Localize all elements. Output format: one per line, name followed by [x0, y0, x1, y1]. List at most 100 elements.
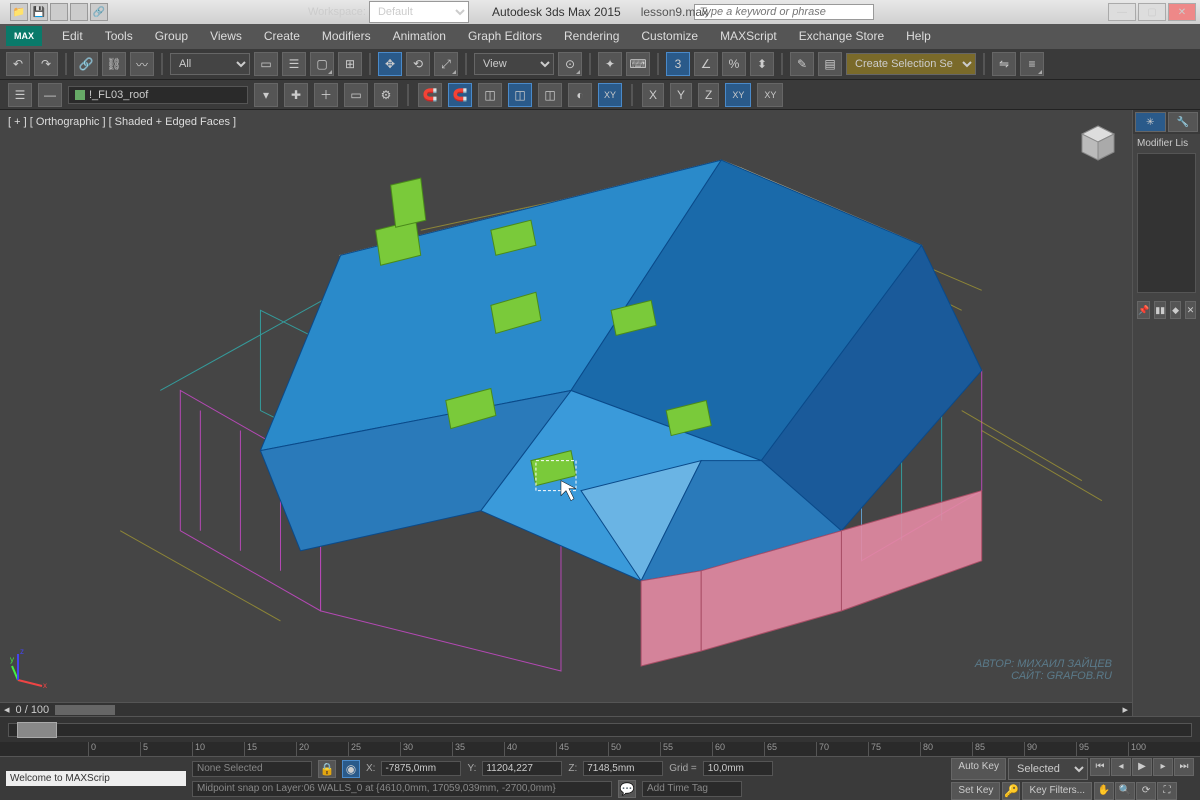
nav-max-icon[interactable]: ⛶ [1157, 782, 1177, 800]
coord-z-field[interactable] [583, 761, 663, 776]
percent-snap-button[interactable]: % [722, 52, 746, 76]
make-unique-icon[interactable]: ◆ [1170, 301, 1181, 319]
layer-add-to-button[interactable]: ＋ [314, 83, 338, 107]
named-selection-dropdown[interactable]: Create Selection Se [846, 53, 976, 75]
select-region-button[interactable]: ▢ [310, 52, 334, 76]
menu-modifiers[interactable]: Modifiers [312, 26, 381, 46]
snap-rotate-button[interactable]: 🧲 [448, 83, 472, 107]
ref-coord-dropdown[interactable]: View [474, 53, 554, 75]
spinner-snap-button[interactable]: ⬍ [750, 52, 774, 76]
nav-orbit-icon[interactable]: ⟳ [1136, 782, 1156, 800]
viewport-scrollbar[interactable]: ◂ 0 / 100 ▸ [0, 702, 1132, 716]
nav-pan-icon[interactable]: ✋ [1094, 782, 1114, 800]
viewport[interactable]: [ + ] [ Orthographic ] [ Shaded + Edged … [0, 110, 1132, 716]
menu-edit[interactable]: Edit [52, 26, 93, 46]
qat-redo-icon[interactable]: ↷ [70, 3, 88, 21]
menu-graph-editors[interactable]: Graph Editors [458, 26, 552, 46]
menu-customize[interactable]: Customize [631, 26, 708, 46]
axis-y-button[interactable]: Y [670, 83, 692, 107]
menu-maxscript[interactable]: MAXScript [710, 26, 787, 46]
axis-z-button[interactable]: Z [698, 83, 719, 107]
keyboard-shortcut-button[interactable]: ⌨ [626, 52, 650, 76]
axis-x-button[interactable]: X [642, 83, 664, 107]
tab-modify[interactable]: 🔧 [1168, 112, 1199, 132]
use-pivot-center-button[interactable]: ⊙ [558, 52, 582, 76]
search-input[interactable] [694, 4, 874, 20]
align-button[interactable]: ≡ [1020, 52, 1044, 76]
key-icon[interactable]: 🔑 [1002, 782, 1020, 800]
undo-button[interactable]: ↶ [6, 52, 30, 76]
lock-selection-icon[interactable]: 🔒 [318, 760, 336, 778]
auto-key-button[interactable]: Auto Key [951, 758, 1006, 780]
selection-filter-dropdown[interactable]: All [170, 53, 250, 75]
layer-new-button[interactable]: ✚ [284, 83, 308, 107]
qat-link-icon[interactable]: 🔗 [90, 3, 108, 21]
scrollbar-thumb[interactable] [55, 705, 115, 715]
layer-select-button[interactable]: ▭ [344, 83, 368, 107]
layer-props-button[interactable]: ⚙ [374, 83, 398, 107]
edit-named-sel-button[interactable]: ✎ [790, 52, 814, 76]
qat-open-icon[interactable]: 📁 [10, 3, 28, 21]
remove-modifier-icon[interactable]: ✕ [1185, 301, 1196, 319]
isolate-selection-icon[interactable]: ◉ [342, 760, 360, 778]
pin-stack-icon[interactable]: 📌 [1137, 301, 1150, 319]
snap-xy-button[interactable]: XY [598, 83, 622, 107]
qat-undo-icon[interactable]: ↶ [50, 3, 68, 21]
select-move-button[interactable]: ✥ [378, 52, 402, 76]
snap-options-1[interactable]: ◫ [478, 83, 502, 107]
show-end-result-icon[interactable]: ▮▮ [1154, 301, 1166, 319]
workspace-dropdown[interactable]: Default [369, 1, 469, 23]
menu-create[interactable]: Create [254, 26, 310, 46]
window-crossing-button[interactable]: ⊞ [338, 52, 362, 76]
layer-dropdown-icon[interactable]: ▾ [254, 83, 278, 107]
time-slider[interactable] [8, 723, 1192, 737]
time-tag-field[interactable]: Add Time Tag [642, 781, 742, 797]
tab-create[interactable]: ✳ [1135, 112, 1166, 132]
key-mode-dropdown[interactable]: Selected [1008, 758, 1088, 780]
menu-group[interactable]: Group [145, 26, 198, 46]
next-frame-icon[interactable]: ▸ [1153, 758, 1173, 776]
maximize-button[interactable]: ▢ [1138, 3, 1166, 21]
app-logo[interactable]: MAX [6, 26, 42, 46]
redo-button[interactable]: ↷ [34, 52, 58, 76]
angle-snap-button[interactable]: ∠ [694, 52, 718, 76]
select-manipulate-button[interactable]: ✦ [598, 52, 622, 76]
maxscript-mini-listener[interactable]: Welcome to MAXScrip [6, 771, 186, 786]
menu-rendering[interactable]: Rendering [554, 26, 629, 46]
minimize-button[interactable]: — [1108, 3, 1136, 21]
bind-spacewarp-button[interactable]: 〰 [130, 52, 154, 76]
menu-views[interactable]: Views [200, 26, 252, 46]
comm-center-icon[interactable]: 💬 [618, 780, 636, 798]
key-filters-button[interactable]: Key Filters... [1022, 782, 1092, 800]
play-icon[interactable]: ▶ [1132, 758, 1152, 776]
snap-toggle-button[interactable]: 3 [666, 52, 690, 76]
arrow-left-icon[interactable]: ◂ [4, 703, 10, 716]
current-layer-field[interactable]: !_FL03_roof [68, 86, 248, 104]
set-key-button[interactable]: Set Key [951, 782, 1000, 800]
prev-frame-icon[interactable]: ◂ [1111, 758, 1131, 776]
select-by-name-button[interactable]: ☰ [282, 52, 306, 76]
layer-manager-button[interactable]: ☰ [8, 83, 32, 107]
viewcube-icon[interactable] [1074, 120, 1122, 168]
goto-end-icon[interactable]: ⏭ [1174, 758, 1194, 776]
named-sel-sets-icon[interactable]: ▤ [818, 52, 842, 76]
select-object-button[interactable]: ▭ [254, 52, 278, 76]
layer-prev-icon[interactable]: — [38, 83, 62, 107]
time-ruler[interactable]: 0 5 10 15 20 25 30 35 40 45 50 55 60 65 … [0, 742, 1200, 756]
time-slider-handle[interactable] [17, 722, 57, 738]
close-button[interactable]: ✕ [1168, 3, 1196, 21]
menu-exchange-store[interactable]: Exchange Store [789, 26, 894, 46]
menu-tools[interactable]: Tools [95, 26, 143, 46]
snap-options-4[interactable]: ◐ [568, 83, 592, 107]
help-search[interactable] [694, 4, 874, 20]
workspace-selector[interactable]: Workspace: Default [308, 1, 469, 23]
modifier-stack-list[interactable] [1137, 153, 1196, 293]
link-button[interactable]: 🔗 [74, 52, 98, 76]
axis-xyz-button[interactable]: XY [757, 83, 783, 107]
select-scale-button[interactable]: ⤢ [434, 52, 458, 76]
arrow-right-icon[interactable]: ▸ [1122, 703, 1128, 716]
coord-x-field[interactable] [381, 761, 461, 776]
viewport-label[interactable]: [ + ] [ Orthographic ] [ Shaded + Edged … [8, 116, 236, 128]
coord-y-field[interactable] [482, 761, 562, 776]
select-rotate-button[interactable]: ⟲ [406, 52, 430, 76]
